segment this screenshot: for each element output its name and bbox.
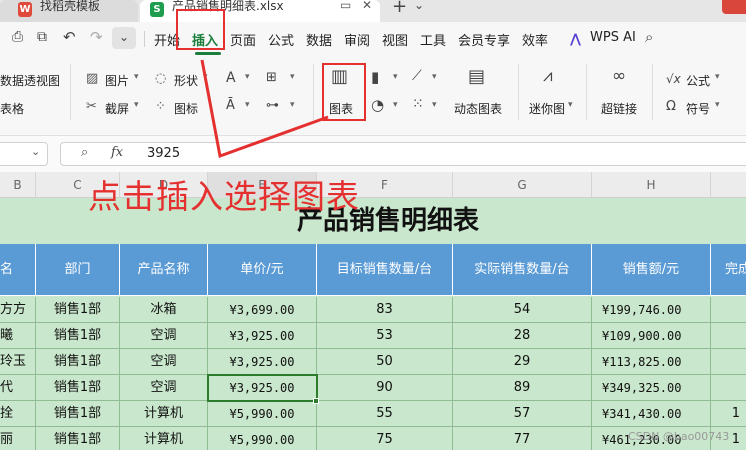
callout-arrow: [200, 59, 329, 159]
instruction-callout: 点击插入选择图表: [88, 177, 360, 216]
spreadsheet-window: W 找稻壳模板 S 产品销售明细表.xlsx ▭ ✕ + ⌄ ⎙ ⧉ ↶ ↷ ⌄…: [0, 0, 746, 450]
watermark: CSDN @bao00743: [628, 430, 730, 443]
